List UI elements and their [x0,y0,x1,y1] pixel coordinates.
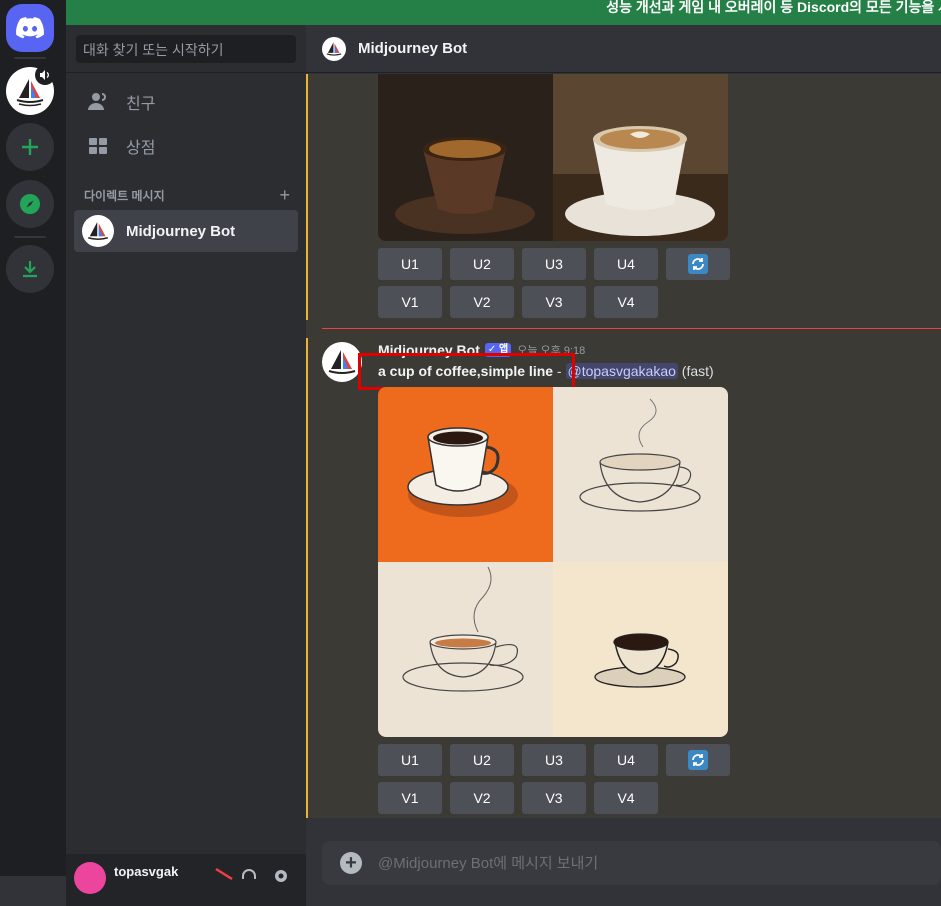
user-mention[interactable]: @topasvgakakao [565,363,678,379]
upscale-button-2[interactable]: U2 [450,744,514,776]
variation-button-3[interactable]: V3 [522,286,586,318]
red-highlight-box [358,353,575,390]
variation-button-2[interactable]: V2 [450,286,514,318]
avatar [82,215,114,247]
upscale-button-1[interactable]: U1 [378,744,442,776]
reroll-button[interactable] [666,744,730,776]
settings-gear-icon[interactable] [272,867,290,885]
upscale-button-3[interactable]: U3 [522,744,586,776]
reroll-button[interactable] [666,248,730,280]
variation-button-2[interactable]: V2 [450,782,514,814]
upscale-button-3[interactable]: U3 [522,248,586,280]
download-apps-button[interactable] [6,245,54,293]
rail-separator [14,57,46,59]
message-list: U1 U2 U3 U4 V1 V2 V3 V4 Midjourney Bot ✓… [306,74,941,818]
chat-title: Midjourney Bot [358,40,468,57]
chat-header: Midjourney Bot [306,25,941,73]
composer-placeholder: @Midjourney Bot에 메시지 보내기 [378,855,599,872]
nav-friends[interactable]: 친구 [74,81,298,123]
coffee-image-grid [378,74,728,241]
discord-home-button[interactable] [6,4,54,52]
new-messages-divider [322,328,941,329]
friends-icon [86,90,110,114]
user-avatar[interactable] [74,862,106,894]
discord-logo-icon [16,17,44,39]
mention-highlight-bar [306,338,308,818]
refresh-icon [688,254,708,274]
refresh-icon [688,750,708,770]
variation-button-1[interactable]: V1 [378,286,442,318]
message-composer[interactable]: + @Midjourney Bot에 메시지 보내기 [322,841,941,885]
speaker-icon [35,65,55,85]
nav-label: 상점 [126,140,156,157]
attach-plus-icon[interactable]: + [340,852,362,874]
header-avatar [322,36,346,61]
user-name: topasvgak [114,864,179,879]
image-grid-result[interactable] [378,387,728,737]
dm-header-label: 다이렉트 메시지 [84,189,165,203]
rail-separator [14,236,46,238]
plus-icon [22,139,38,155]
add-server-button[interactable] [6,123,54,171]
image-grid-previous[interactable] [378,74,728,241]
dm-item-midjourney[interactable]: Midjourney Bot [74,210,298,252]
banner-text: 성능 개선과 게임 내 오버레이 등 Discord의 모든 기능을 사 [606,0,941,15]
mention-highlight-bar [306,74,308,320]
nav-shop[interactable]: 상점 [74,125,298,167]
download-icon [23,261,37,278]
server-rail [0,0,66,876]
compass-icon [20,194,40,214]
dm-sidebar: 대화 찾기 또는 시작하기 친구 상점 다이렉트 메시지 + Midjourne… [66,25,306,906]
headphones-icon[interactable] [240,867,258,885]
variation-button-4[interactable]: V4 [594,782,658,814]
search-input[interactable]: 대화 찾기 또는 시작하기 [76,35,296,63]
upscale-button-4[interactable]: U4 [594,248,658,280]
upscale-button-1[interactable]: U1 [378,248,442,280]
divider [66,72,306,73]
shop-icon [86,134,110,158]
variation-button-3[interactable]: V3 [522,782,586,814]
mute-icon[interactable] [214,867,234,881]
explore-servers-button[interactable] [6,180,54,228]
variation-button-1[interactable]: V1 [378,782,442,814]
upscale-button-4[interactable]: U4 [594,744,658,776]
dm-item-label: Midjourney Bot [126,222,236,240]
coffee-line-art-grid [378,387,728,737]
update-banner[interactable]: 성능 개선과 게임 내 오버레이 등 Discord의 모든 기능을 사 [66,0,941,25]
user-panel: topasvgak [66,854,306,906]
variation-button-4[interactable]: V4 [594,286,658,318]
add-dm-button[interactable]: + [279,185,290,206]
upscale-button-2[interactable]: U2 [450,248,514,280]
message-avatar[interactable] [322,342,362,382]
nav-label: 친구 [126,96,156,113]
dm-section-header: 다이렉트 메시지 + [84,185,290,206]
mode-text: (fast) [681,363,714,379]
